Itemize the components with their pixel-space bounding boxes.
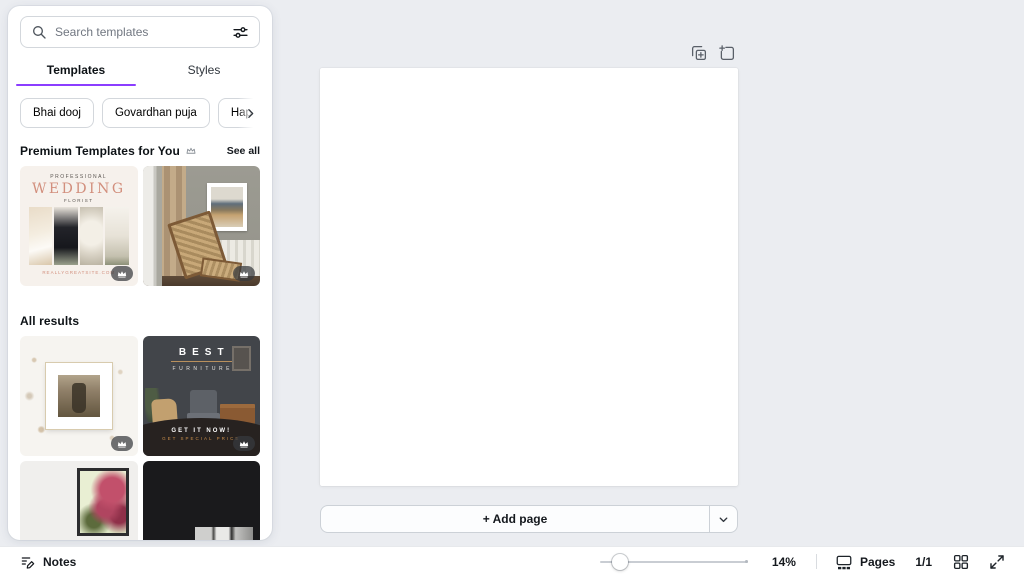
zoom-slider[interactable] bbox=[600, 554, 748, 570]
chip-bhai-dooj[interactable]: Bhai dooj bbox=[20, 98, 94, 128]
template-chair-photo[interactable] bbox=[143, 166, 261, 286]
all-results-grid: BEST FURNITURE GET IT NOW! GET SPECIAL P… bbox=[20, 336, 260, 540]
pages-button[interactable]: Pages bbox=[835, 553, 895, 571]
status-bar: Notes 14% Pages 1/1 bbox=[0, 546, 1024, 576]
chevron-down-icon bbox=[717, 513, 730, 526]
furniture-wall-art bbox=[232, 346, 251, 371]
notes-button[interactable]: Notes bbox=[20, 554, 76, 570]
template-wedding-florist[interactable]: PROFESSIONAL WEDDING FLORIST REALLYGREAT… bbox=[20, 166, 138, 286]
fullscreen-icon[interactable] bbox=[988, 553, 1006, 571]
crown-icon bbox=[185, 145, 197, 157]
wedding-title: WEDDING bbox=[20, 181, 138, 197]
wedding-kicker: PROFESSIONAL bbox=[20, 174, 138, 180]
status-bar-right: 14% Pages 1/1 bbox=[600, 553, 1010, 571]
all-results-title: All results bbox=[20, 314, 79, 328]
wedding-subtitle: FLORIST bbox=[20, 198, 138, 203]
premium-section-title: Premium Templates for You bbox=[20, 144, 180, 158]
pages-icon bbox=[835, 553, 853, 571]
design-page-canvas[interactable] bbox=[320, 68, 738, 486]
tab-styles-label: Styles bbox=[188, 63, 221, 77]
status-divider bbox=[816, 554, 817, 569]
add-page-dropdown-button[interactable] bbox=[710, 506, 737, 532]
search-bar[interactable] bbox=[20, 16, 260, 48]
template-dark-abstract[interactable] bbox=[143, 461, 261, 540]
chip-govardhan-puja[interactable]: Govardhan puja bbox=[102, 98, 210, 128]
furniture-cta: GET IT NOW! bbox=[143, 428, 261, 434]
search-icon bbox=[31, 24, 47, 40]
furniture-title: BEST bbox=[171, 347, 232, 362]
active-tab-underline bbox=[16, 84, 136, 87]
chevron-right-icon bbox=[244, 107, 257, 120]
tab-styles[interactable]: Styles bbox=[140, 54, 268, 86]
tab-templates[interactable]: Templates bbox=[12, 54, 140, 86]
premium-section-header: Premium Templates for You See all bbox=[20, 144, 260, 158]
filter-settings-icon[interactable] bbox=[232, 24, 249, 41]
wedding-photo-strip bbox=[29, 207, 129, 265]
dark-abstract-print bbox=[195, 527, 253, 540]
notes-label: Notes bbox=[43, 555, 76, 569]
add-page-split-button: + Add page bbox=[320, 505, 738, 533]
premium-crown-badge bbox=[111, 266, 133, 281]
page-indicator: 1/1 bbox=[915, 555, 932, 569]
all-results-header: All results bbox=[20, 314, 260, 328]
see-all-link[interactable]: See all bbox=[227, 145, 260, 157]
add-page-button[interactable]: + Add page bbox=[321, 506, 709, 532]
template-best-furniture[interactable]: BEST FURNITURE GET IT NOW! GET SPECIAL P… bbox=[143, 336, 261, 456]
chair-window bbox=[143, 166, 163, 286]
moto-frame bbox=[46, 363, 112, 429]
grid-view-icon[interactable] bbox=[952, 553, 970, 571]
pages-label: Pages bbox=[860, 555, 895, 569]
template-framed-motorcycle[interactable] bbox=[20, 336, 138, 456]
filter-chips-row: Bhai dooj Govardhan puja Happy new bbox=[20, 98, 260, 128]
add-page-icon[interactable] bbox=[718, 44, 736, 62]
zoom-slider-thumb[interactable] bbox=[612, 554, 628, 570]
motorcycle-silhouette bbox=[72, 383, 86, 413]
templates-sidebar: Templates Styles Bhai dooj Govardhan puj… bbox=[8, 6, 272, 540]
premium-templates-grid: PROFESSIONAL WEDDING FLORIST REALLYGREAT… bbox=[20, 166, 260, 286]
chips-scroll-right-button[interactable] bbox=[238, 98, 260, 128]
search-input[interactable] bbox=[55, 25, 224, 39]
zoom-percent[interactable]: 14% bbox=[772, 555, 796, 569]
notes-icon bbox=[20, 554, 36, 570]
template-floral-room[interactable] bbox=[20, 461, 138, 540]
premium-crown-badge bbox=[111, 436, 133, 451]
premium-crown-badge bbox=[233, 436, 255, 451]
floral-painting bbox=[77, 468, 129, 536]
zoom-slider-end-dot bbox=[745, 560, 748, 563]
duplicate-page-icon[interactable] bbox=[690, 44, 708, 62]
premium-crown-badge bbox=[233, 266, 255, 281]
sidebar-tabs: Templates Styles bbox=[12, 54, 268, 86]
page-toolbar bbox=[690, 44, 736, 62]
tab-templates-label: Templates bbox=[47, 63, 105, 77]
